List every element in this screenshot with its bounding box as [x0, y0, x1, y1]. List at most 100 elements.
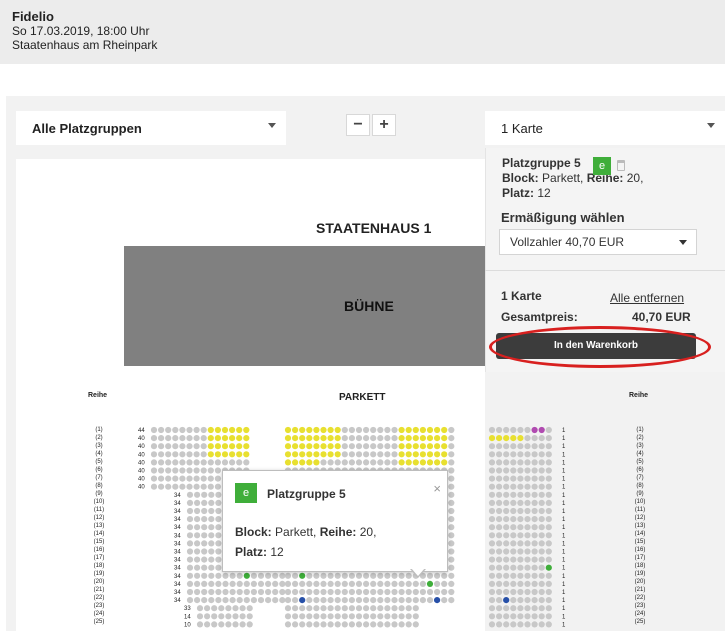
row-number: (7): [95, 475, 103, 481]
row-number: (1): [636, 427, 644, 433]
row-header-right: Reihe: [629, 392, 649, 399]
row-number: (7): [636, 475, 644, 481]
row-number: (11): [634, 507, 646, 513]
row-number: (11): [93, 507, 105, 513]
stage-label: BÜHNE: [344, 298, 394, 314]
row-number: (9): [636, 491, 644, 497]
selected-seat: Platz: 12: [502, 186, 551, 200]
highlight-annotation: [489, 326, 711, 368]
tooltip-row-value: 20,: [356, 525, 377, 539]
tooltip-block-label: Block:: [235, 525, 272, 539]
discount-label: Ermäßigung wählen: [501, 210, 625, 225]
row-numbers-left: (1) (2) (3) (4) (5) (6) (7) (8) (9) (10) (11) (12) (…: [92, 426, 106, 626]
row-number: (2): [95, 435, 103, 441]
row-number: (18): [634, 563, 646, 569]
row-number: (15): [93, 539, 105, 545]
row-number: (23): [634, 603, 646, 609]
seat-value: 12: [534, 186, 551, 200]
tooltip-arrow-fill: [411, 568, 425, 576]
row-number: (25): [93, 619, 105, 625]
row-number: (6): [636, 467, 644, 473]
row-number: (13): [634, 523, 646, 529]
row-number: (20): [93, 579, 105, 585]
group-select-label: Alle Platzgruppen: [32, 121, 142, 136]
row-value: 20,: [623, 171, 644, 185]
selected-group: Platzgruppe 5: [502, 156, 581, 170]
row-number: (1): [95, 427, 103, 433]
discount-select-value: Vollzahler 40,70 EUR: [510, 235, 625, 249]
selected-block-row: Block: Parkett, Reihe: 20,: [502, 171, 643, 185]
row-number: (15): [634, 539, 646, 545]
row-number: (24): [634, 611, 646, 617]
row-number: (25): [634, 619, 646, 625]
event-title: Fidelio: [12, 9, 54, 24]
row-number: (3): [95, 443, 103, 449]
discount-select[interactable]: Vollzahler 40,70 EUR: [499, 229, 697, 255]
row-number: (14): [93, 531, 105, 537]
row-number: (14): [634, 531, 646, 537]
row-number: (21): [93, 587, 105, 593]
row-number: (6): [95, 467, 103, 473]
row-number: (17): [634, 555, 646, 561]
row-number: (13): [93, 523, 105, 529]
row-number: (22): [93, 595, 105, 601]
row-number: (3): [636, 443, 644, 449]
row-number: (16): [634, 547, 646, 553]
seat-label: Platz:: [502, 186, 535, 200]
row-number: (8): [95, 483, 103, 489]
block-value: Parkett,: [538, 171, 587, 185]
row-header-left: Reihe: [88, 392, 108, 399]
group-select[interactable]: Alle Platzgruppen: [16, 111, 286, 145]
row-number: (2): [636, 435, 644, 441]
event-header: Fidelio So 17.03.2019, 18:00 Uhr Staaten…: [0, 0, 725, 64]
row-number: (24): [93, 611, 105, 617]
tooltip-title: Platzgruppe 5: [267, 487, 346, 501]
total-label: Gesamtpreis:: [501, 310, 578, 324]
remove-all-link[interactable]: Alle entfernen: [610, 291, 684, 305]
total-price: 40,70 EUR: [632, 310, 691, 324]
row-number: (8): [636, 483, 644, 489]
seat-tooltip: e Platzgruppe 5 × Block: Parkett, Reihe:…: [222, 470, 448, 572]
row-number: (4): [636, 451, 644, 457]
row-number: (18): [93, 563, 105, 569]
chevron-down-icon: [679, 240, 687, 245]
row-number: (12): [634, 515, 646, 521]
row-number: (20): [634, 579, 646, 585]
row-number: (17): [93, 555, 105, 561]
row-number: (22): [634, 595, 646, 601]
event-venue: Staatenhaus am Rheinpark: [12, 38, 158, 52]
row-number: (4): [95, 451, 103, 457]
row-number: (5): [95, 459, 103, 465]
chevron-down-icon: [268, 123, 276, 128]
row-number: (21): [634, 587, 646, 593]
divider: [485, 270, 725, 271]
price-category-badge: e: [593, 157, 611, 175]
tooltip-block-row: Block: Parkett, Reihe: 20,: [235, 525, 376, 539]
close-icon[interactable]: ×: [433, 481, 441, 496]
ticket-quantity-label: 1 Karte: [501, 121, 543, 136]
row-number: (16): [93, 547, 105, 553]
zoom-out-button[interactable]: −: [346, 114, 370, 136]
tooltip-block-value: Parkett,: [271, 525, 320, 539]
stage: BÜHNE: [124, 246, 485, 366]
row-number: (12): [93, 515, 105, 521]
tooltip-seat: Platz: 12: [235, 545, 284, 559]
hall-title: STAATENHAUS 1: [316, 220, 432, 236]
row-number: (10): [93, 499, 105, 505]
ticket-quantity-select[interactable]: 1 Karte: [485, 111, 725, 145]
row-number: (10): [634, 499, 646, 505]
tooltip-badge: e: [235, 483, 257, 503]
section-label: PARKETT: [339, 392, 386, 403]
row-number: (19): [93, 571, 105, 577]
row-number: (19): [634, 571, 646, 577]
row-number: (9): [95, 491, 103, 497]
zoom-in-button[interactable]: +: [372, 114, 396, 136]
chevron-down-icon: [707, 123, 715, 128]
tooltip-seat-label: Platz:: [235, 545, 268, 559]
tooltip-seat-value: 12: [267, 545, 284, 559]
row-numbers-right: (1) (2) (3) (4) (5) (6) (7) (8) (9) (10) (11) (12) (…: [633, 426, 647, 626]
block-label: Block:: [502, 171, 539, 185]
row-number: (23): [93, 603, 105, 609]
trash-icon[interactable]: [617, 160, 625, 171]
tooltip-row-label: Reihe:: [319, 525, 357, 539]
